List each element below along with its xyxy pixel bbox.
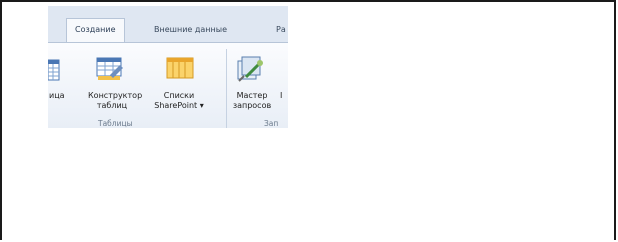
query-wizard-label-1: Мастер	[236, 91, 268, 100]
table-design-label-1: Конструктор	[88, 91, 143, 100]
group-label-tables: Таблицы	[98, 119, 133, 128]
query-wizard-button[interactable]: Мастер запросов	[230, 91, 274, 111]
sharepoint-lists-label-1: Списки	[163, 91, 195, 100]
table-design-icon[interactable]	[96, 57, 124, 87]
tab-external-data[interactable]: Внешние данные	[154, 19, 227, 41]
query-wizard-label-2: запросов	[232, 101, 272, 110]
query-wizard-icon[interactable]	[236, 55, 266, 89]
ribbon-body: ица Конструктор таблиц Списки SharePoint…	[48, 42, 288, 128]
sharepoint-lists-icon[interactable]	[166, 57, 194, 83]
tab-partial[interactable]: Ра	[276, 19, 286, 41]
sharepoint-lists-button[interactable]: Списки SharePoint ▾	[148, 91, 210, 111]
table-icon[interactable]	[48, 59, 60, 85]
tab-create[interactable]: Создание	[66, 18, 125, 42]
ribbon: Создание Внешние данные Ра ица Конструкт…	[48, 6, 288, 128]
partial-button-label: I	[280, 91, 283, 100]
table-design-label-2: таблиц	[96, 101, 128, 110]
sharepoint-lists-label-2: SharePoint ▾	[154, 101, 204, 110]
ribbon-tab-bar: Создание Внешние данные Ра	[48, 6, 288, 42]
group-label-queries: Зап	[264, 119, 279, 128]
table-button-label: ица	[49, 91, 65, 100]
table-design-button[interactable]: Конструктор таблиц	[88, 91, 143, 111]
group-separator	[226, 49, 227, 128]
